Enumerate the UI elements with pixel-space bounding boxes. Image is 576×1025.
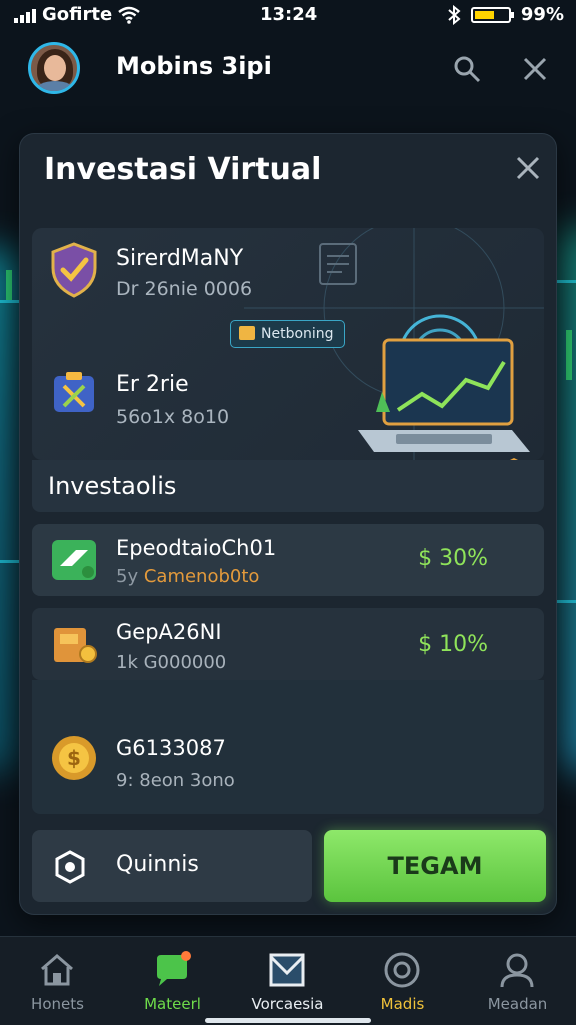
signal-icon <box>14 7 36 23</box>
app-header: Mobins 3ipi <box>0 32 576 108</box>
close-icon[interactable] <box>520 54 550 84</box>
section-title: Investaolis <box>48 472 177 500</box>
home-icon <box>41 954 73 986</box>
modal-title: Investasi Virtual <box>44 152 322 187</box>
nav-label: Meadan <box>487 995 548 1013</box>
bottom-nav: Honets Mateerl Vorcaesia Madis Meadan <box>0 936 576 1025</box>
investment-card[interactable]: GepA26NI 1k G000000 $ 10% <box>32 608 544 680</box>
primary-button-label: TEGAM <box>387 852 483 880</box>
battery-percent: 99% <box>520 4 564 25</box>
battery-icon <box>470 6 514 23</box>
coin-gear-icon: $ <box>52 736 96 780</box>
envelope-icon <box>269 953 305 987</box>
hero-item-name: SirerdMaNY <box>116 246 244 271</box>
primary-button[interactable]: TEGAM <box>324 830 546 902</box>
clock: 13:24 <box>260 4 318 25</box>
nav-label: Vorcaesia <box>251 995 324 1013</box>
investment-card[interactable]: EpeodtaioCh01 5y Camenob0to $ 30% <box>32 524 544 596</box>
hero-item-sub: 56o1x 8o10 <box>116 406 230 428</box>
box-icon <box>54 628 97 663</box>
hero-panel: SirerdMaNY Dr 26nie 0006 Netboning Er 2r… <box>32 228 544 460</box>
investment-card[interactable]: $ G6133087 9: 8eon 3ono <box>32 680 544 814</box>
investment-name: G6133087 <box>116 736 226 760</box>
svg-text:$: $ <box>67 746 81 770</box>
investment-rate: $ 10% <box>418 632 488 657</box>
status-bar: Gofirte 13:24 99% <box>0 0 576 32</box>
nav-label: Honets <box>31 995 84 1013</box>
nav-label: Madis <box>380 995 425 1013</box>
investments-section-header: Investaolis <box>32 460 544 512</box>
shield-check-icon <box>51 242 97 298</box>
tag-label: Netboning <box>261 326 334 342</box>
investment-rate: $ 30% <box>418 546 488 571</box>
close-icon[interactable] <box>514 154 542 182</box>
bluetooth-icon <box>448 4 461 25</box>
hero-item-name: Er 2rie <box>116 372 189 397</box>
nav-item-target[interactable]: Madis <box>345 937 460 1025</box>
status-tag: Netboning <box>230 320 345 348</box>
document-icon <box>319 243 357 285</box>
user-icon <box>500 953 534 988</box>
investment-sub: Camenob0to <box>143 566 260 587</box>
avatar[interactable] <box>28 42 80 94</box>
tools-icon <box>54 372 94 412</box>
nav-item-home[interactable]: Honets <box>0 937 115 1025</box>
hexagon-icon <box>55 850 85 884</box>
card-icon <box>52 540 96 580</box>
nav-label: Mateerl <box>144 995 201 1013</box>
target-icon <box>384 952 420 988</box>
app-title: Mobins 3ipi <box>116 52 272 80</box>
home-indicator[interactable] <box>205 1018 371 1023</box>
laptop-illustration <box>358 314 530 452</box>
nav-item-profile[interactable]: Meadan <box>460 937 575 1025</box>
chat-icon <box>157 951 191 986</box>
investment-sub: 1k G000000 <box>116 652 227 673</box>
investment-name: GepA26NI <box>116 620 222 644</box>
investment-modal: Investasi Virtual SirerdMaNY Dr 26nie 00… <box>20 134 556 914</box>
tag-icon <box>239 326 255 340</box>
secondary-button-label: Quinnis <box>116 852 199 877</box>
investment-sub: 9: 8eon 3ono <box>116 770 235 791</box>
secondary-button[interactable]: Quinnis <box>32 830 312 902</box>
search-icon[interactable] <box>452 54 482 84</box>
investment-name: EpeodtaioCh01 <box>116 536 277 560</box>
wifi-icon <box>118 6 140 24</box>
carrier-name: Gofirte <box>42 4 113 25</box>
hero-item-sub: Dr 26nie 0006 <box>116 278 253 300</box>
nav-item-chat[interactable]: Mateerl <box>115 937 230 1025</box>
nav-item-messages[interactable]: Vorcaesia <box>230 937 345 1025</box>
investment-sub-prefix: 5y <box>116 566 139 587</box>
